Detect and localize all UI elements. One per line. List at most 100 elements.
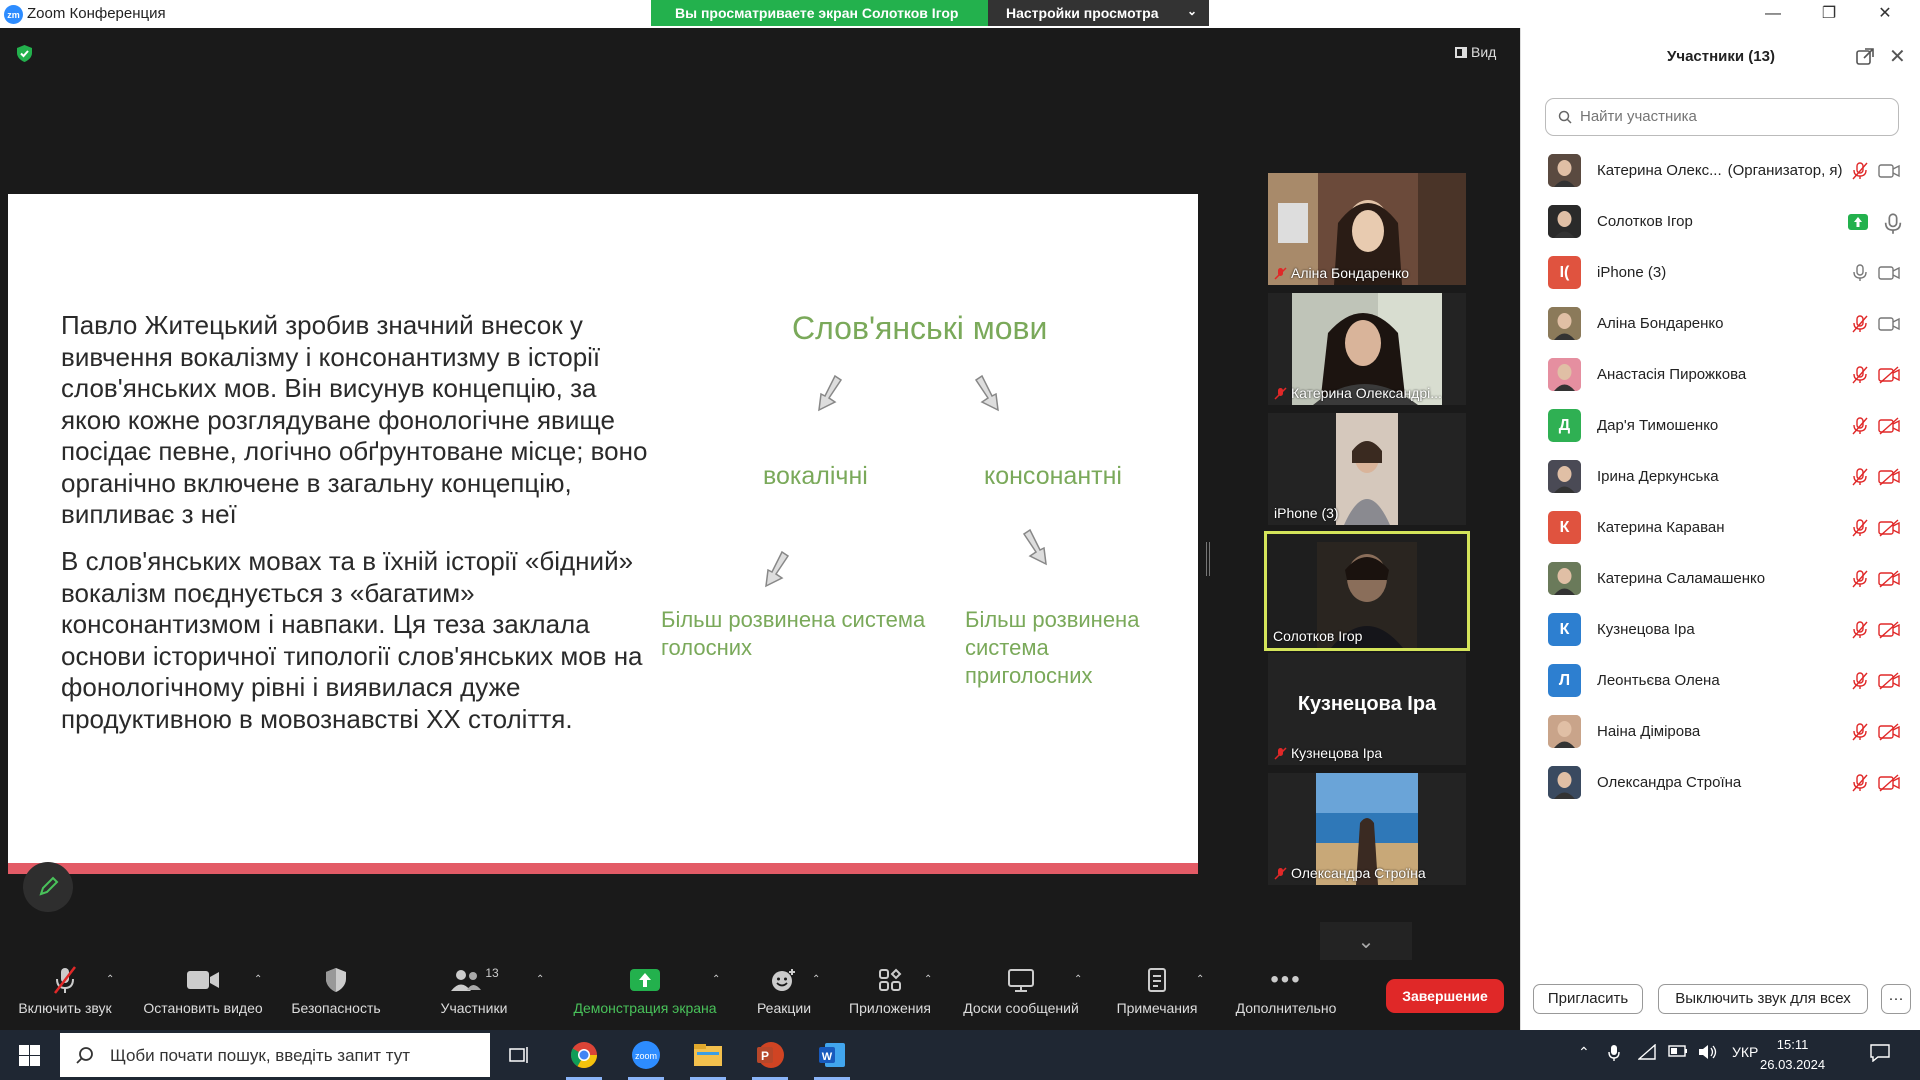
- minimize-button[interactable]: —: [1750, 2, 1796, 26]
- security-button[interactable]: Безопасность: [286, 960, 386, 1016]
- split-view-handle[interactable]: [1206, 542, 1210, 576]
- mic-muted-icon[interactable]: [1851, 774, 1869, 792]
- mic-muted-icon[interactable]: [1851, 366, 1869, 384]
- mic-icon[interactable]: [1882, 213, 1904, 234]
- shield-check-icon[interactable]: [16, 44, 33, 63]
- mic-muted-icon[interactable]: [1851, 723, 1869, 741]
- word-icon[interactable]: W: [814, 1038, 850, 1080]
- end-meeting-button[interactable]: Завершение: [1386, 979, 1504, 1013]
- share-screen-button[interactable]: Демонстрация экрана: [560, 960, 730, 1016]
- share-screen-label: Демонстрация экрана: [573, 1000, 717, 1016]
- share-options-caret[interactable]: ⌃: [712, 974, 720, 985]
- video-tile[interactable]: Катерина Олександрі...: [1268, 293, 1466, 405]
- video-tile[interactable]: Кузнецова Іра Кузнецова Іра: [1268, 653, 1466, 765]
- video-off-icon[interactable]: [1878, 723, 1900, 741]
- view-button[interactable]: Вид: [1455, 44, 1496, 60]
- annotate-button[interactable]: [23, 862, 73, 912]
- tray-network-icon[interactable]: [1637, 1043, 1656, 1063]
- reactions-options-caret[interactable]: ⌃: [812, 974, 820, 985]
- file-explorer-icon[interactable]: [690, 1038, 726, 1080]
- video-off-icon[interactable]: [1878, 672, 1900, 690]
- notes-button[interactable]: Примечания: [1108, 960, 1206, 1016]
- zoom-taskbar-icon[interactable]: zoom: [628, 1038, 664, 1080]
- video-options-caret[interactable]: ⌃: [254, 974, 262, 985]
- apps-button[interactable]: Приложения: [840, 960, 940, 1016]
- participant-row[interactable]: К Катерина Караван: [1521, 503, 1920, 554]
- audio-options-caret[interactable]: ⌃: [106, 974, 114, 985]
- stop-video-button[interactable]: Остановить видео: [138, 960, 268, 1016]
- participants-button[interactable]: 13 Участники: [424, 960, 524, 1016]
- panel-more-button[interactable]: ···: [1881, 984, 1911, 1014]
- whiteboards-options-caret[interactable]: ⌃: [1074, 974, 1082, 985]
- video-off-icon[interactable]: [1878, 774, 1900, 792]
- participant-row[interactable]: Солотков Ігор: [1521, 197, 1920, 248]
- unmute-button[interactable]: Включить звук: [12, 960, 118, 1016]
- tray-language[interactable]: УКР: [1732, 1044, 1758, 1060]
- search-input[interactable]: [1580, 108, 1880, 125]
- chrome-icon[interactable]: [566, 1038, 602, 1080]
- participants-options-caret[interactable]: ⌃: [536, 974, 544, 985]
- participants-panel: Участники (13) ✕ Катерина Олекс...(Орган…: [1520, 28, 1920, 1030]
- close-window-button[interactable]: ✕: [1862, 2, 1908, 26]
- restore-button[interactable]: ❐: [1806, 2, 1852, 26]
- windows-start-icon[interactable]: [19, 1045, 40, 1066]
- view-settings-button[interactable]: Настройки просмотра ⌄: [988, 0, 1209, 26]
- powerpoint-icon[interactable]: P: [752, 1038, 788, 1080]
- participant-row[interactable]: Аліна Бондаренко: [1521, 299, 1920, 350]
- video-off-icon[interactable]: [1878, 621, 1900, 639]
- scroll-tiles-down-button[interactable]: ⌄: [1320, 922, 1412, 962]
- popout-icon[interactable]: [1856, 48, 1874, 66]
- participant-search[interactable]: [1545, 98, 1899, 136]
- participant-row[interactable]: Анастасія Пирожкова: [1521, 350, 1920, 401]
- mic-muted-icon[interactable]: [1851, 672, 1869, 690]
- notes-icon: [1148, 968, 1166, 992]
- participant-row[interactable]: К Кузнецова Іра: [1521, 605, 1920, 656]
- close-panel-icon[interactable]: ✕: [1889, 44, 1906, 69]
- video-camera-icon[interactable]: [1878, 315, 1900, 333]
- mic-muted-icon[interactable]: [1851, 315, 1869, 333]
- video-tile-active-speaker[interactable]: Солотков Ігор: [1264, 531, 1470, 651]
- video-off-icon[interactable]: [1878, 519, 1900, 537]
- participant-row[interactable]: I(iPhone (3): [1521, 248, 1920, 299]
- participant-row[interactable]: Олександра Строїна: [1521, 758, 1920, 809]
- participant-row[interactable]: Наіна Дімірова: [1521, 707, 1920, 758]
- invite-button[interactable]: Пригласить: [1533, 984, 1643, 1014]
- participant-row[interactable]: Катерина Олекс... (Организатор, я): [1521, 146, 1920, 197]
- task-view-icon[interactable]: [502, 1038, 538, 1072]
- participant-row[interactable]: Ірина Деркунська: [1521, 452, 1920, 503]
- video-tile[interactable]: iPhone (3): [1268, 413, 1466, 525]
- video-camera-icon[interactable]: [1878, 264, 1900, 282]
- notifications-icon[interactable]: [1870, 1044, 1890, 1065]
- mic-muted-icon[interactable]: [1851, 468, 1869, 486]
- video-tile[interactable]: Олександра Строїна: [1268, 773, 1466, 885]
- more-button[interactable]: ••• Дополнительно: [1226, 960, 1346, 1016]
- video-tile[interactable]: Аліна Бондаренко: [1268, 173, 1466, 285]
- tray-mic-icon[interactable]: [1608, 1044, 1620, 1065]
- mic-muted-icon[interactable]: [1851, 570, 1869, 588]
- video-off-icon[interactable]: [1878, 366, 1900, 384]
- mic-muted-icon[interactable]: [1851, 621, 1869, 639]
- mute-all-button[interactable]: Выключить звук для всех: [1658, 984, 1868, 1014]
- tray-volume-icon[interactable]: [1698, 1044, 1718, 1063]
- notes-options-caret[interactable]: ⌃: [1196, 974, 1204, 985]
- video-off-icon[interactable]: [1878, 570, 1900, 588]
- participant-row[interactable]: Катерина Саламашенко: [1521, 554, 1920, 605]
- participant-row[interactable]: Л Леонтьєва Олена: [1521, 656, 1920, 707]
- video-off-icon[interactable]: [1878, 417, 1900, 435]
- participant-row[interactable]: Д Дар'я Тимошенко: [1521, 401, 1920, 452]
- apps-options-caret[interactable]: ⌃: [924, 974, 932, 985]
- mic-muted-icon[interactable]: [1851, 519, 1869, 537]
- video-camera-icon[interactable]: [1878, 162, 1900, 180]
- mic-muted-icon[interactable]: [1851, 417, 1869, 435]
- tray-overflow-icon[interactable]: ⌃: [1578, 1044, 1590, 1061]
- whiteboards-button[interactable]: Доски сообщений: [954, 960, 1088, 1016]
- window-title: Zoom Конференция: [27, 5, 166, 22]
- view-settings-label: Настройки просмотра: [1006, 5, 1159, 21]
- tray-battery-icon[interactable]: [1668, 1044, 1688, 1061]
- reactions-button[interactable]: Реакции: [742, 960, 826, 1016]
- video-off-icon[interactable]: [1878, 468, 1900, 486]
- mic-muted-icon[interactable]: [1851, 162, 1869, 180]
- mic-icon[interactable]: [1851, 264, 1869, 282]
- tray-clock[interactable]: 15:11 26.03.2024: [1760, 1035, 1825, 1075]
- taskbar-search[interactable]: Щоби почати пошук, введіть запит тут: [60, 1033, 490, 1077]
